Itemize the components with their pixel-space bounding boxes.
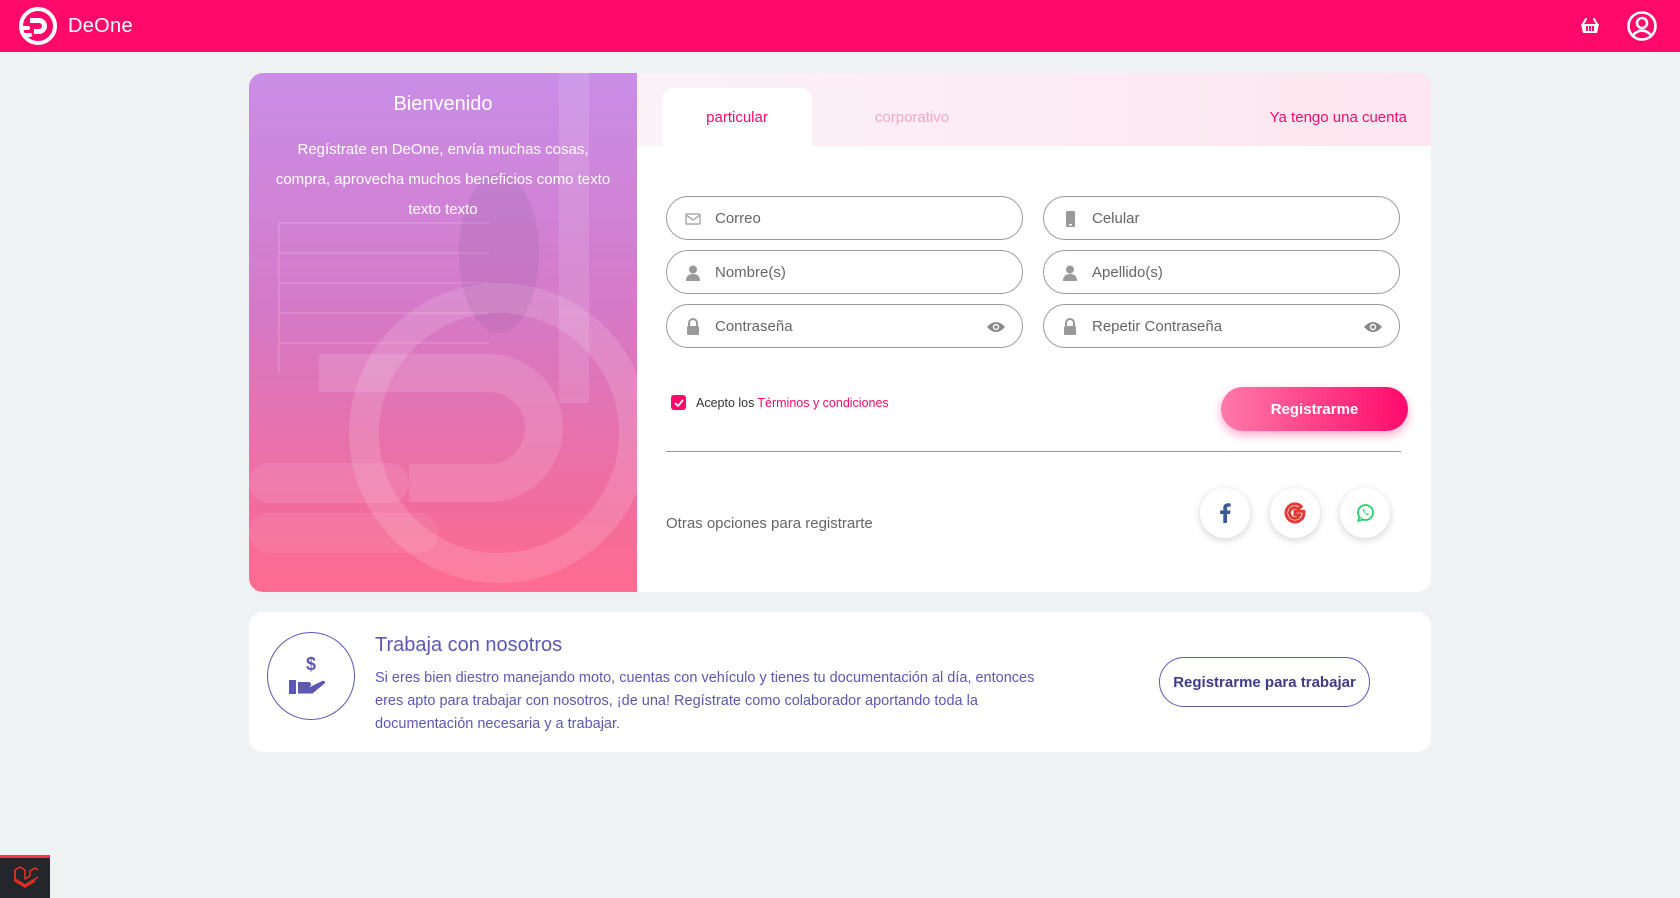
brand-logo[interactable]: DeOne xyxy=(18,6,133,46)
deone-logo-icon xyxy=(19,7,57,45)
email-field[interactable] xyxy=(666,196,1023,240)
mobile-phone-icon xyxy=(1066,211,1075,227)
account-type-tabs: particular corporativo Ya tengo una cuen… xyxy=(637,73,1431,146)
terms-prefix: Acepto los xyxy=(696,395,755,410)
laravel-logo-icon xyxy=(14,866,38,888)
work-title: Trabaja con nosotros xyxy=(375,634,563,656)
welcome-text: Regístrate en DeOne, envía muchas cosas,… xyxy=(275,141,611,218)
show-password-eye-icon[interactable] xyxy=(986,319,1006,335)
repeat-password-field[interactable] xyxy=(1043,304,1400,348)
checkmark-icon xyxy=(673,398,684,407)
password-field[interactable] xyxy=(666,304,1023,348)
whatsapp-icon xyxy=(1357,504,1374,522)
envelope-icon xyxy=(685,213,701,225)
register-to-work-button[interactable]: Registrarme para trabajar xyxy=(1159,657,1370,707)
whatsapp-button[interactable] xyxy=(1340,488,1390,538)
facebook-button[interactable] xyxy=(1200,488,1250,538)
user-account-icon[interactable] xyxy=(1626,10,1658,42)
register-form: particular corporativo Ya tengo una cuen… xyxy=(637,73,1431,592)
welcome-panel: Bienvenido Regístrate en DeOne, envía mu… xyxy=(249,73,637,592)
email-input[interactable] xyxy=(715,197,975,239)
password-input[interactable] xyxy=(715,305,975,347)
register-card: Bienvenido Regístrate en DeOne, envía mu… xyxy=(249,73,1431,592)
tab-particular[interactable]: particular xyxy=(662,88,812,146)
terms-link[interactable]: Términos y condiciones xyxy=(757,396,888,410)
user-icon xyxy=(1063,265,1077,281)
work-icon-wrapper: $ xyxy=(267,632,355,720)
user-icon xyxy=(686,265,700,281)
phone-input[interactable] xyxy=(1092,197,1352,239)
first-name-field[interactable] xyxy=(666,250,1023,294)
register-button[interactable]: Registrarme xyxy=(1221,387,1408,431)
facebook-icon xyxy=(1220,503,1231,523)
top-navbar: DeOne xyxy=(0,0,1680,52)
divider xyxy=(666,451,1401,452)
first-name-input[interactable] xyxy=(715,251,975,293)
lock-icon xyxy=(687,318,699,335)
phone-field[interactable] xyxy=(1043,196,1400,240)
show-password-eye-icon[interactable] xyxy=(1363,319,1383,335)
work-with-us-card: $ Trabaja con nosotros Si eres bien dies… xyxy=(249,612,1431,752)
repeat-password-input[interactable] xyxy=(1092,305,1352,347)
svg-text:$: $ xyxy=(306,654,316,674)
brand-name: DeOne xyxy=(68,14,133,37)
google-button[interactable] xyxy=(1270,488,1320,538)
last-name-field[interactable] xyxy=(1043,250,1400,294)
cart-basket-icon[interactable] xyxy=(1580,17,1600,35)
welcome-title: Bienvenido xyxy=(393,93,493,115)
hand-money-icon: $ xyxy=(289,654,326,694)
login-link[interactable]: Ya tengo una cuenta xyxy=(1270,88,1407,146)
last-name-input[interactable] xyxy=(1092,251,1352,293)
work-description: Si eres bien diestro manejando moto, cue… xyxy=(375,670,1035,732)
terms-row: Acepto los Términos y condiciones xyxy=(671,395,889,410)
other-options-label: Otras opciones para registrarte xyxy=(666,515,873,532)
tab-corporativo[interactable]: corporativo xyxy=(837,88,987,146)
lock-icon xyxy=(1064,318,1076,335)
terms-checkbox[interactable] xyxy=(671,395,686,410)
google-icon xyxy=(1284,502,1306,524)
framework-debug-badge[interactable] xyxy=(0,855,50,898)
